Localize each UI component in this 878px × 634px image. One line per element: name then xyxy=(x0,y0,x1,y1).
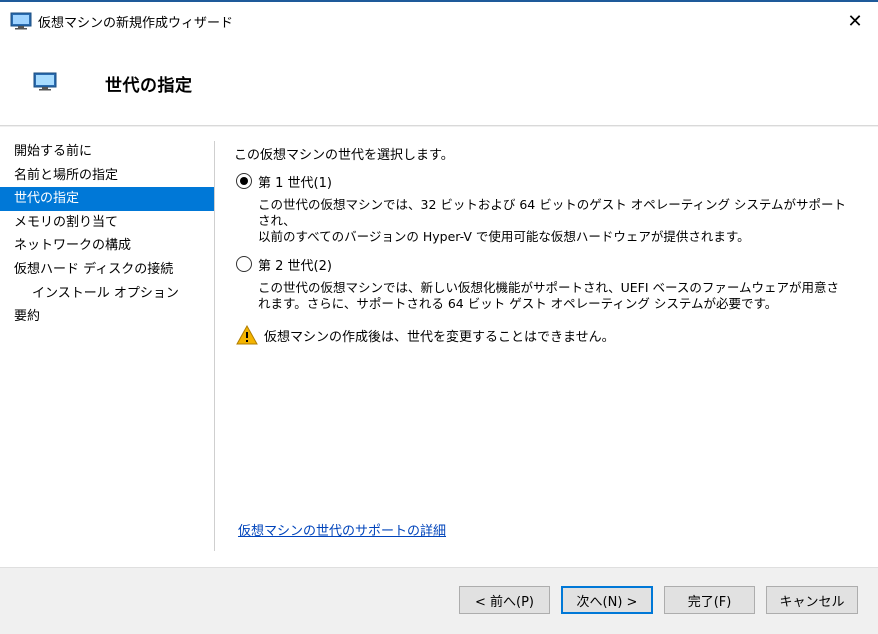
page-title: 世代の指定 xyxy=(105,76,193,96)
step-specify-generation[interactable]: 世代の指定 xyxy=(0,187,215,211)
sidebar-divider xyxy=(214,141,215,551)
back-button[interactable]: < 前へ(P) xyxy=(459,586,550,614)
generation-2-label[interactable]: 第 2 世代(2) xyxy=(258,255,332,274)
generation-1-description: この世代の仮想マシンでは、32 ビットおよび 64 ビットのゲスト オペレーティ… xyxy=(258,197,858,245)
warning-icon xyxy=(236,325,258,345)
generation-1-option[interactable]: 第 1 世代(1) xyxy=(234,172,864,191)
wizard-content: 開始する前に 名前と場所の指定 世代の指定 メモリの割り当て ネットワークの構成… xyxy=(0,127,878,567)
generation-1-label[interactable]: 第 1 世代(1) xyxy=(258,172,332,191)
virtual-machine-icon xyxy=(10,12,32,30)
close-icon: ✕ xyxy=(847,10,863,32)
generation-2-radio[interactable] xyxy=(236,256,252,272)
step-summary[interactable]: 要約 xyxy=(0,305,215,329)
close-button[interactable]: ✕ xyxy=(832,2,878,40)
generation-2-option[interactable]: 第 2 世代(2) xyxy=(234,255,864,274)
next-button[interactable]: 次へ(N) > xyxy=(561,586,653,614)
step-before-you-begin[interactable]: 開始する前に xyxy=(0,140,215,164)
wizard-header: 世代の指定 xyxy=(0,40,878,126)
cancel-button[interactable]: キャンセル xyxy=(766,586,858,614)
wizard-steps: 開始する前に 名前と場所の指定 世代の指定 メモリの割り当て ネットワークの構成… xyxy=(0,140,215,329)
virtual-machine-icon xyxy=(33,72,57,91)
generation-2-description: この世代の仮想マシンでは、新しい仮想化機能がサポートされ、UEFI ベースのファ… xyxy=(258,280,858,312)
generation-options: この仮想マシンの世代を選択します。 第 1 世代(1) この世代の仮想マシンでは… xyxy=(234,144,864,345)
instruction-text: この仮想マシンの世代を選択します。 xyxy=(234,148,454,163)
step-connect-virtual-hard-disk[interactable]: 仮想ハード ディスクの接続 xyxy=(0,258,215,282)
warning-text: 仮想マシンの作成後は、世代を変更することはできません。 xyxy=(264,330,615,345)
generation-support-link[interactable]: 仮想マシンの世代のサポートの詳細 xyxy=(238,520,446,539)
step-configure-networking[interactable]: ネットワークの構成 xyxy=(0,234,215,258)
description-line: この世代の仮想マシンでは、32 ビットおよび 64 ビットのゲスト オペレーティ… xyxy=(258,197,847,228)
step-installation-options[interactable]: インストール オプション xyxy=(0,282,215,306)
window-title: 仮想マシンの新規作成ウィザード xyxy=(38,15,234,31)
description-line: 以前のすべてのバージョンの Hyper-V で使用可能な仮想ハードウェアが提供さ… xyxy=(258,229,750,244)
step-assign-memory[interactable]: メモリの割り当て xyxy=(0,211,215,235)
description-line: れます。さらに、サポートされる 64 ビット ゲスト オペレーティング システム… xyxy=(258,296,778,311)
finish-button[interactable]: 完了(F) xyxy=(664,586,755,614)
wizard-footer: < 前へ(P) 次へ(N) > 完了(F) キャンセル xyxy=(0,567,878,634)
generation-1-radio[interactable] xyxy=(236,173,252,189)
description-line: この世代の仮想マシンでは、新しい仮想化機能がサポートされ、UEFI ベースのファ… xyxy=(258,280,840,295)
title-bar: 仮想マシンの新規作成ウィザード ✕ xyxy=(0,2,878,40)
warning-message: 仮想マシンの作成後は、世代を変更することはできません。 xyxy=(234,324,864,345)
step-name-and-location[interactable]: 名前と場所の指定 xyxy=(0,164,215,188)
